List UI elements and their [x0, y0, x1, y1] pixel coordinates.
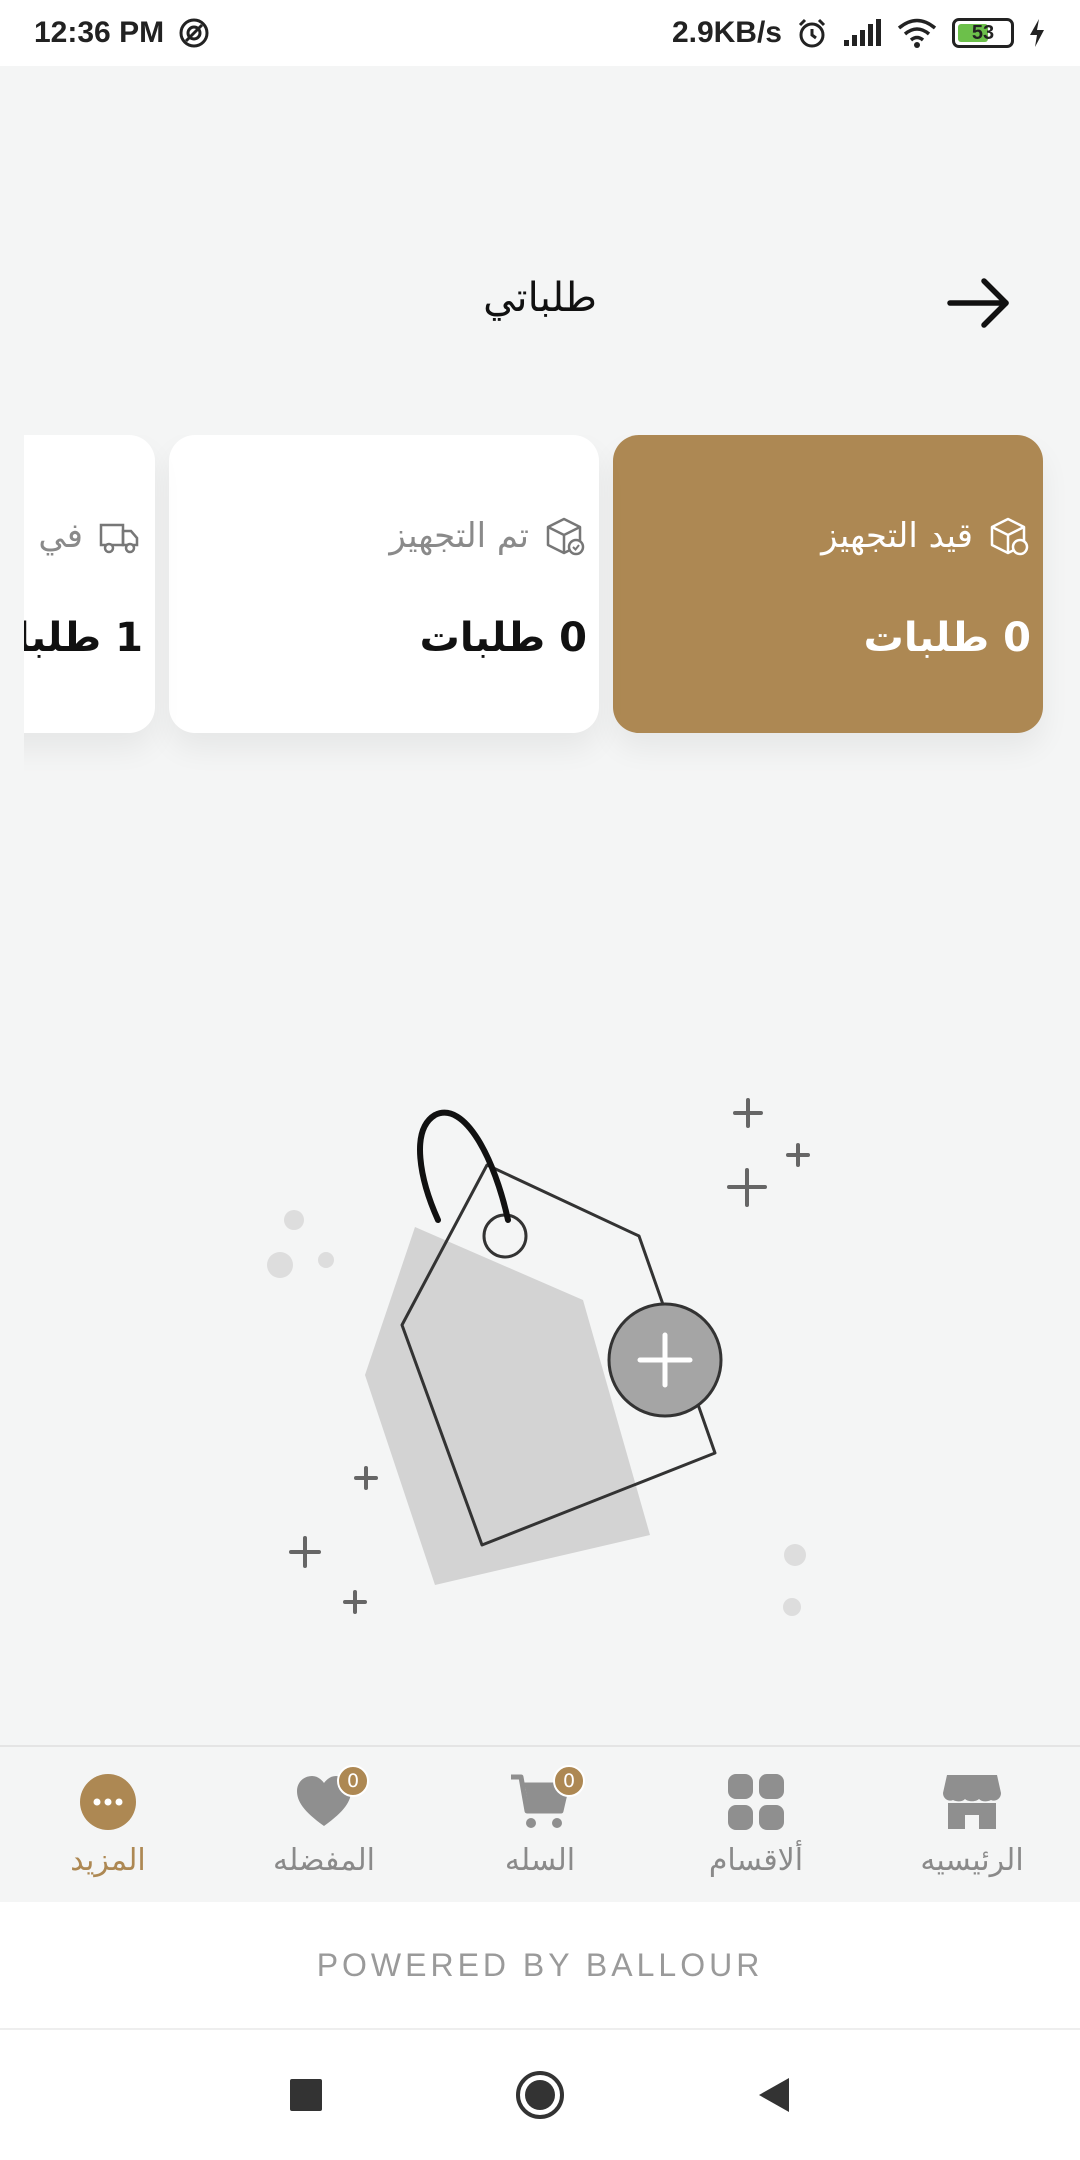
nav-favorites[interactable]: 0 المفضله: [224, 1764, 424, 1878]
nav-cart[interactable]: 0 السله: [440, 1764, 640, 1878]
tab-label: في: [38, 516, 83, 556]
page-title: طلباتي: [483, 275, 597, 321]
box-check-icon: [546, 517, 585, 556]
nav-label: السله: [504, 1842, 576, 1878]
back-button[interactable]: [756, 2075, 792, 2115]
nav-label: المزيد: [70, 1842, 146, 1878]
nav-more[interactable]: المزيد: [8, 1771, 208, 1878]
box-icon: [990, 517, 1029, 556]
bottom-nav: المزيد 0 المفضله 0 السله ألاقسام الرئيسي…: [0, 1745, 1080, 1901]
sync-icon: [179, 18, 209, 48]
tab-count: 0 طلبات: [419, 615, 587, 661]
back-arrow-button[interactable]: [944, 268, 1014, 338]
tab-count: 1 طلبا: [24, 615, 143, 661]
charging-icon: [1030, 19, 1044, 47]
alarm-icon: [798, 18, 826, 48]
favorites-badge: 0: [337, 1764, 369, 1797]
nav-categories[interactable]: ألاقسام: [656, 1771, 856, 1878]
delivery-truck-icon: [99, 523, 139, 554]
network-speed: 2.9KB/s: [671, 16, 782, 49]
tab-processing[interactable]: قيد التجهيز 0 طلبات: [613, 435, 1043, 733]
status-time: 12:36 PM: [34, 16, 165, 49]
tab-processed[interactable]: تم التجهيز 0 طلبات: [169, 435, 599, 733]
nav-home[interactable]: الرئيسيه: [872, 1771, 1072, 1878]
system-nav-bar: [0, 2030, 1080, 2160]
store-icon: [943, 1774, 1001, 1829]
nav-label: الرئيسيه: [920, 1842, 1024, 1878]
powered-by-footer: POWERED BY BALLOUR: [0, 1902, 1080, 2030]
status-bar: 12:36 PM 2.9KB/s 53: [0, 0, 1080, 66]
tab-shipping[interactable]: في 1 طلبا: [24, 435, 155, 733]
battery-level: 53: [971, 21, 995, 44]
battery-icon: 53: [952, 18, 1014, 48]
grid-icon: [728, 1773, 784, 1830]
recents-button[interactable]: [288, 2077, 324, 2113]
nav-label: المفضله: [272, 1842, 376, 1878]
tab-count: 0 طلبات: [863, 615, 1031, 661]
tab-label: قيد التجهيز: [821, 516, 973, 556]
nav-label: ألاقسام: [708, 1842, 804, 1878]
wifi-icon: [897, 18, 937, 48]
tab-label: تم التجهيز: [389, 516, 529, 556]
home-button[interactable]: [514, 2069, 566, 2121]
signal-icon: [844, 19, 881, 46]
cart-badge: 0: [553, 1764, 585, 1797]
order-status-tabs: قيد التجهيز 0 طلبات تم التجهيز 0 طلبات ف…: [24, 435, 1080, 790]
empty-orders-illustration: [267, 1098, 810, 1616]
more-icon: [80, 1773, 136, 1830]
